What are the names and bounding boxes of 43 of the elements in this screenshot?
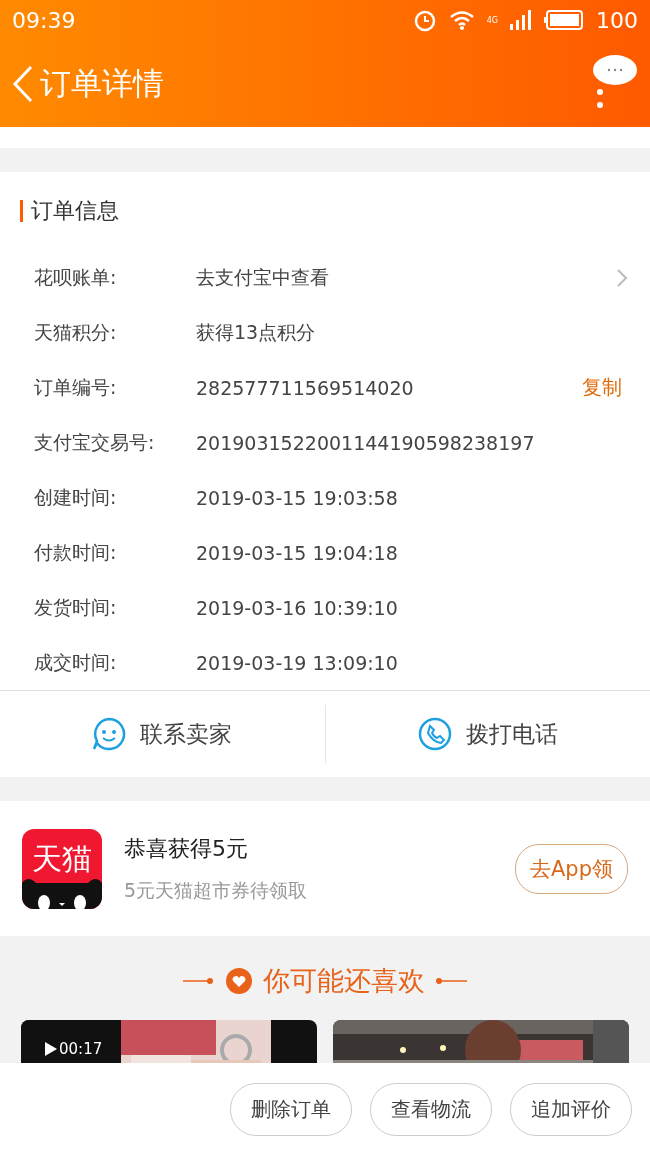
promo-subtitle: 5元天猫超市券待领取	[124, 877, 309, 903]
wifi-icon	[448, 9, 475, 31]
video-duration: 00:17	[59, 1040, 103, 1058]
field-value: 2019-03-15 19:03:58	[196, 486, 399, 509]
section-title: 订单信息	[31, 197, 119, 225]
action-button[interactable]: 追加评价	[510, 1082, 632, 1136]
promo-title: 恭喜获得5元	[124, 834, 249, 863]
field-label: 订单编号:	[34, 374, 118, 400]
divider-ornament-icon	[183, 977, 215, 985]
app-logo: 天猫	[22, 828, 102, 909]
field-value: 2019-03-19 13:09:10	[196, 651, 399, 674]
alarm-clock-icon	[412, 8, 437, 32]
field-label: 成交时间:	[34, 649, 118, 675]
field-value[interactable]: 去支付宝中查看	[196, 264, 616, 291]
chat-face-icon	[92, 717, 127, 751]
play-icon	[45, 1042, 57, 1056]
field-label: 花呗账单:	[34, 264, 118, 290]
network-label: 4G	[486, 15, 498, 25]
battery-icon	[544, 10, 584, 30]
phone-icon	[417, 717, 452, 751]
chevron-right-icon	[616, 267, 628, 288]
status-time: 09:39	[12, 7, 76, 33]
field-label: 创建时间:	[34, 484, 118, 510]
field-label: 支付宝交易号:	[34, 429, 156, 455]
page-title: 订单详情	[40, 63, 164, 103]
field-label: 付款时间:	[34, 539, 118, 565]
field-value: 282577711569514020	[196, 376, 415, 399]
field-value: 2019-03-16 10:39:10	[196, 596, 399, 619]
field-value: 获得13点积分	[196, 319, 317, 345]
field-label: 发货时间:	[34, 594, 118, 620]
contact-seller-button[interactable]: 联系卖家	[0, 691, 325, 777]
section-heading: 你可能还喜欢	[263, 964, 425, 998]
call-button[interactable]: 拨打电话	[325, 691, 650, 777]
battery-level: 100	[596, 7, 638, 33]
field-label: 天猫积分:	[34, 319, 118, 345]
action-button[interactable]: 查看物流	[370, 1082, 492, 1136]
action-button[interactable]: 删除订单	[230, 1082, 352, 1136]
back-icon[interactable]	[12, 64, 34, 103]
field-value: 2019-03-15 19:04:18	[196, 541, 399, 564]
signal-icon	[510, 10, 532, 30]
divider-ornament-icon	[435, 977, 467, 985]
field-value: 2019031522001144190598238197	[196, 431, 536, 454]
claim-button[interactable]: 去App领	[514, 843, 628, 894]
